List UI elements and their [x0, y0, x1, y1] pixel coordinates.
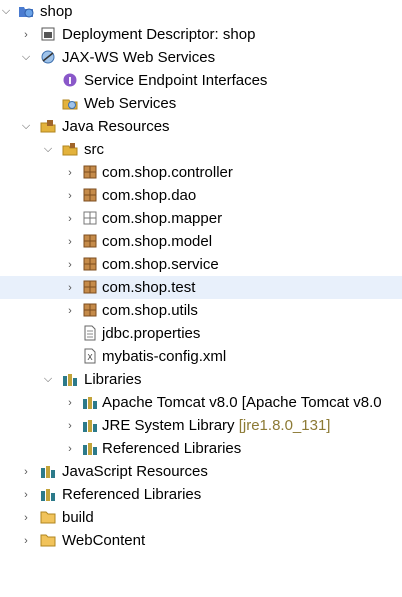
tree-item-label: com.shop.service — [102, 256, 219, 273]
web-project-icon — [18, 3, 34, 19]
chevron-right-icon[interactable]: › — [20, 529, 32, 552]
tree-item-referenced-libraries[interactable]: › Referenced Libraries — [0, 483, 402, 506]
chevron-right-icon[interactable]: › — [64, 299, 76, 322]
package-icon — [82, 233, 98, 249]
tree-item-label: com.shop.dao — [102, 187, 197, 204]
chevron-down-icon[interactable]: ⌵ — [42, 368, 54, 391]
library-decoration: [jre1.8.0_131] — [238, 417, 331, 434]
tree-item-label: Java Resources — [62, 118, 170, 135]
tree-item-label: com.shop.model — [102, 233, 213, 250]
tree-item-javascript-resources[interactable]: › JavaScript Resources — [0, 460, 402, 483]
chevron-right-icon[interactable]: › — [64, 230, 76, 253]
libraries-icon — [62, 371, 78, 387]
tree-item-package-selected[interactable]: › com.shop.test — [0, 276, 402, 299]
tree-item-java-resources[interactable]: ⌵ Java Resources — [0, 115, 402, 138]
package-icon — [82, 302, 98, 318]
endpoint-interface-icon: I — [62, 72, 78, 88]
package-icon — [82, 164, 98, 180]
tree-item-label: com.shop.test — [102, 279, 196, 296]
xml-file-icon: X — [82, 348, 98, 364]
tree-item-src[interactable]: ⌵ src — [0, 138, 402, 161]
tree-item-jaxws-web-services[interactable]: ⌵ JAX-WS Web Services — [0, 46, 402, 69]
tree-item-file[interactable]: X mybatis-config.xml — [0, 345, 402, 368]
tree-item-package[interactable]: › com.shop.controller — [0, 161, 402, 184]
chevron-right-icon[interactable]: › — [64, 276, 76, 299]
empty-package-icon — [82, 210, 98, 226]
tree-item-deployment-descriptor[interactable]: › Deployment Descriptor: shop — [0, 23, 402, 46]
chevron-right-icon[interactable]: › — [64, 391, 76, 414]
tree-item-service-endpoint-interfaces[interactable]: I Service Endpoint Interfaces — [0, 69, 402, 92]
chevron-right-icon[interactable]: › — [64, 161, 76, 184]
tree-item-label: Service Endpoint Interfaces — [84, 72, 268, 89]
library-icon — [82, 394, 98, 410]
tree-item-package[interactable]: › com.shop.dao — [0, 184, 402, 207]
chevron-down-icon[interactable]: ⌵ — [42, 138, 54, 161]
tree-item-package[interactable]: › com.shop.mapper — [0, 207, 402, 230]
tree-item-file[interactable]: jdbc.properties — [0, 322, 402, 345]
package-icon — [82, 256, 98, 272]
tree-item-library[interactable]: › JRE System Library [jre1.8.0_131] — [0, 414, 402, 437]
tree-item-label: shop — [40, 3, 73, 20]
tree-item-label: build — [62, 509, 94, 526]
tree-item-label: Web Services — [84, 95, 177, 112]
tree-item-webcontent[interactable]: › WebContent — [0, 529, 402, 552]
tree-item-label: Referenced Libraries — [102, 440, 242, 457]
tree-item-label: JAX-WS Web Services — [62, 49, 216, 66]
chevron-right-icon[interactable]: › — [20, 483, 32, 506]
package-icon — [82, 279, 98, 295]
tree-item-label: Deployment Descriptor: shop — [62, 26, 256, 43]
java-resources-icon — [40, 118, 56, 134]
chevron-right-icon[interactable]: › — [64, 184, 76, 207]
chevron-right-icon[interactable]: › — [20, 460, 32, 483]
tree-item-label: Apache Tomcat v8.0 [Apache Tomcat v8.0 — [102, 394, 382, 411]
library-icon — [82, 440, 98, 456]
tree-item-package[interactable]: › com.shop.model — [0, 230, 402, 253]
chevron-down-icon[interactable]: ⌵ — [0, 0, 12, 23]
deployment-descriptor-icon — [40, 26, 56, 42]
tree-item-label: com.shop.controller — [102, 164, 233, 181]
tree-item-label: mybatis-config.xml — [102, 348, 227, 365]
svg-text:X: X — [87, 353, 93, 362]
chevron-right-icon[interactable]: › — [20, 506, 32, 529]
chevron-right-icon[interactable]: › — [64, 207, 76, 230]
source-folder-icon — [62, 141, 78, 157]
tree-item-label: jdbc.properties — [102, 325, 201, 342]
properties-file-icon — [82, 325, 98, 341]
tree-item-build[interactable]: › build — [0, 506, 402, 529]
tree-item-library[interactable]: › Apache Tomcat v8.0 [Apache Tomcat v8.0 — [0, 391, 402, 414]
tree-item-label: Libraries — [84, 371, 142, 388]
tree-item-label: Referenced Libraries — [62, 486, 202, 503]
tree-item-label: src — [84, 141, 104, 158]
library-icon — [82, 417, 98, 433]
chevron-right-icon[interactable]: › — [64, 414, 76, 437]
tree-item-package[interactable]: › com.shop.utils — [0, 299, 402, 322]
chevron-down-icon[interactable]: ⌵ — [20, 46, 32, 69]
tree-item-label: JavaScript Resources — [62, 463, 208, 480]
chevron-down-icon[interactable]: ⌵ — [20, 115, 32, 138]
libraries-icon — [40, 486, 56, 502]
chevron-right-icon[interactable]: › — [64, 253, 76, 276]
tree-item-package[interactable]: › com.shop.service — [0, 253, 402, 276]
chevron-right-icon[interactable]: › — [20, 23, 32, 46]
package-icon — [82, 187, 98, 203]
tree-item-shop[interactable]: ⌵ shop — [0, 0, 402, 23]
tree-item-label: com.shop.utils — [102, 302, 198, 319]
tree-item-label: WebContent — [62, 532, 146, 549]
tree-item-web-services[interactable]: Web Services — [0, 92, 402, 115]
tree-item-libraries[interactable]: ⌵ Libraries — [0, 368, 402, 391]
folder-icon — [40, 509, 56, 525]
web-service-icon — [62, 95, 78, 111]
javascript-resources-icon — [40, 463, 56, 479]
web-services-icon — [40, 49, 56, 65]
chevron-right-icon[interactable]: › — [64, 437, 76, 460]
svg-text:I: I — [68, 76, 72, 87]
tree-item-label: JRE System Library [jre1.8.0_131] — [102, 417, 331, 434]
tree-item-label: com.shop.mapper — [102, 210, 223, 227]
project-explorer-tree: ⌵ shop › Deployment Descriptor: shop ⌵ J… — [0, 0, 402, 597]
tree-item-library[interactable]: › Referenced Libraries — [0, 437, 402, 460]
folder-icon — [40, 532, 56, 548]
